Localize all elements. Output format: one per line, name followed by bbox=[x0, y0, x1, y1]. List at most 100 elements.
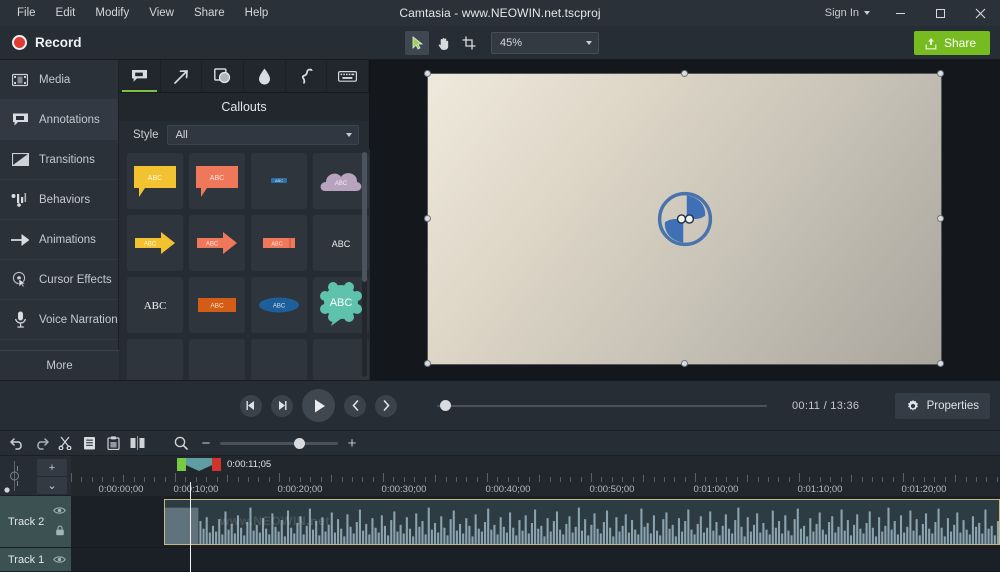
in-point-marker[interactable] bbox=[177, 458, 186, 471]
callout-item-yellow-bubble[interactable]: ABC bbox=[127, 153, 183, 209]
track-lane-2[interactable]: www.NEOWIN.net bbox=[71, 496, 1000, 548]
menu-item-modify[interactable]: Modify bbox=[86, 4, 138, 22]
callout-item-blue-partial-1[interactable] bbox=[127, 339, 183, 380]
track-header-2[interactable]: Track 2 bbox=[0, 496, 71, 548]
undo-button[interactable] bbox=[6, 432, 28, 454]
sidebar-item-cursor-effects[interactable]: Cursor Effects bbox=[0, 260, 118, 300]
sidebar-more-button[interactable]: More bbox=[0, 350, 119, 380]
callout-item-salmon-arrow[interactable]: ABC bbox=[189, 215, 245, 271]
zoom-in-button[interactable]: + bbox=[345, 436, 359, 451]
eye-icon[interactable] bbox=[53, 502, 66, 520]
zoom-level-select[interactable]: 45% bbox=[491, 32, 599, 54]
style-select[interactable]: All bbox=[167, 125, 359, 145]
track-header-1[interactable]: Track 1 bbox=[0, 548, 71, 572]
tab-blur[interactable] bbox=[244, 60, 286, 92]
resize-handle-middle-right[interactable] bbox=[937, 215, 944, 222]
menu-item-share[interactable]: Share bbox=[185, 4, 234, 22]
callout-item-cursor-partial[interactable] bbox=[251, 339, 307, 380]
preview-canvas[interactable] bbox=[370, 60, 1000, 380]
panel-scrollbar-track[interactable] bbox=[362, 152, 367, 377]
callout-item-white-bar-partial[interactable] bbox=[313, 339, 369, 380]
callout-item-blue-ellipse[interactable]: ABC bbox=[251, 277, 307, 333]
track-name-label: Track 1 bbox=[0, 554, 53, 566]
tab-shapes[interactable] bbox=[202, 60, 244, 92]
magnifier-icon[interactable] bbox=[170, 432, 192, 454]
sidebar-item-voice-narration[interactable]: Voice Narration bbox=[0, 300, 118, 340]
minimize-button[interactable] bbox=[880, 0, 920, 26]
seek-knob[interactable] bbox=[440, 400, 451, 411]
sidebar-item-behaviors[interactable]: Behaviors bbox=[0, 180, 118, 220]
zoom-out-button[interactable]: − bbox=[199, 436, 213, 451]
callout-item-text-plain[interactable]: ABC bbox=[313, 215, 369, 271]
resize-handle-bottom-left[interactable] bbox=[424, 360, 431, 367]
track-lane-1[interactable] bbox=[71, 548, 1000, 572]
eye-icon[interactable] bbox=[53, 551, 66, 569]
resize-handle-bottom-right[interactable] bbox=[937, 360, 944, 367]
playhead-handle[interactable]: 0:00:11;05 bbox=[177, 458, 271, 471]
tab-sketch-motion[interactable] bbox=[286, 60, 328, 92]
seek-slider[interactable] bbox=[437, 399, 767, 413]
sidebar-item-label: Animations bbox=[39, 234, 96, 246]
properties-button[interactable]: Properties bbox=[895, 393, 990, 419]
hand-tool-button[interactable] bbox=[431, 31, 455, 55]
play-button[interactable] bbox=[302, 389, 335, 422]
next-frame-button[interactable] bbox=[271, 395, 293, 417]
callout-item-orange-box[interactable]: ABC bbox=[189, 277, 245, 333]
timeline-zoom-slider[interactable] bbox=[220, 437, 338, 449]
track-controls: + ⌄ bbox=[0, 456, 71, 496]
callout-item-teal-starburst[interactable]: ABC bbox=[313, 277, 369, 333]
style-filter-row: Style All bbox=[119, 121, 369, 149]
resize-handle-middle-left[interactable] bbox=[424, 215, 431, 222]
out-point-marker[interactable] bbox=[212, 458, 221, 471]
split-button[interactable] bbox=[126, 432, 148, 454]
sidebar-item-transitions[interactable]: Transitions bbox=[0, 140, 118, 180]
tab-keystroke[interactable] bbox=[327, 60, 369, 92]
callout-item-blue-small[interactable]: ABC bbox=[251, 153, 307, 209]
callout-item-blue-partial-2[interactable] bbox=[189, 339, 245, 380]
previous-marker-button[interactable] bbox=[344, 395, 366, 417]
tab-arrows[interactable] bbox=[161, 60, 203, 92]
menu-item-view[interactable]: View bbox=[140, 4, 183, 22]
add-track-button[interactable]: + bbox=[37, 459, 67, 476]
sidebar-item-media[interactable]: Media bbox=[0, 60, 118, 100]
close-button[interactable] bbox=[960, 0, 1000, 26]
copy-button[interactable] bbox=[78, 432, 100, 454]
sign-in-button[interactable]: Sign In bbox=[815, 7, 880, 19]
panel-scrollbar-thumb[interactable] bbox=[362, 152, 367, 282]
callout-item-salmon-bar[interactable]: ABC bbox=[251, 215, 307, 271]
resize-handle-bottom-center[interactable] bbox=[681, 360, 688, 367]
paste-button[interactable] bbox=[102, 432, 124, 454]
timeline-zoom-group: − + bbox=[170, 432, 359, 454]
callout-item-purple-cloud[interactable]: ABC bbox=[313, 153, 369, 209]
timeline-track-row-1: Track 1 bbox=[0, 548, 1000, 572]
redo-button[interactable] bbox=[30, 432, 52, 454]
crop-tool-button[interactable] bbox=[457, 31, 481, 55]
tab-callouts[interactable] bbox=[119, 60, 161, 92]
menu-item-help[interactable]: Help bbox=[236, 4, 278, 22]
collapse-tracks-button[interactable]: ⌄ bbox=[37, 477, 67, 494]
menu-item-file[interactable]: File bbox=[8, 4, 45, 22]
microphone-icon bbox=[11, 311, 29, 329]
video-stage[interactable] bbox=[428, 74, 941, 364]
callout-item-yellow-arrow[interactable]: ABC bbox=[127, 215, 183, 271]
maximize-button[interactable] bbox=[920, 0, 960, 26]
cut-button[interactable] bbox=[54, 432, 76, 454]
callout-item-text-plain-2[interactable]: ABC bbox=[127, 277, 183, 333]
resize-handle-top-center[interactable] bbox=[681, 70, 688, 77]
resize-handle-top-left[interactable] bbox=[424, 70, 431, 77]
callout-item-salmon-bubble[interactable]: ABC bbox=[189, 153, 245, 209]
pointer-tool-button[interactable] bbox=[405, 31, 429, 55]
lock-icon[interactable] bbox=[55, 523, 65, 541]
next-marker-button[interactable] bbox=[375, 395, 397, 417]
share-button[interactable]: Share bbox=[914, 31, 990, 55]
playhead-marker[interactable] bbox=[186, 458, 212, 471]
sidebar-item-animations[interactable]: Animations bbox=[0, 220, 118, 260]
audio-clip[interactable]: www.NEOWIN.net bbox=[164, 499, 1000, 545]
previous-frame-button[interactable] bbox=[240, 395, 262, 417]
resize-handle-top-right[interactable] bbox=[937, 70, 944, 77]
sidebar-item-annotations[interactable]: Annotations bbox=[0, 100, 118, 140]
record-button[interactable]: Record bbox=[0, 26, 96, 60]
zoom-slider-knob[interactable] bbox=[294, 438, 305, 449]
menu-item-edit[interactable]: Edit bbox=[47, 4, 85, 22]
add-track-label: + bbox=[49, 462, 55, 474]
